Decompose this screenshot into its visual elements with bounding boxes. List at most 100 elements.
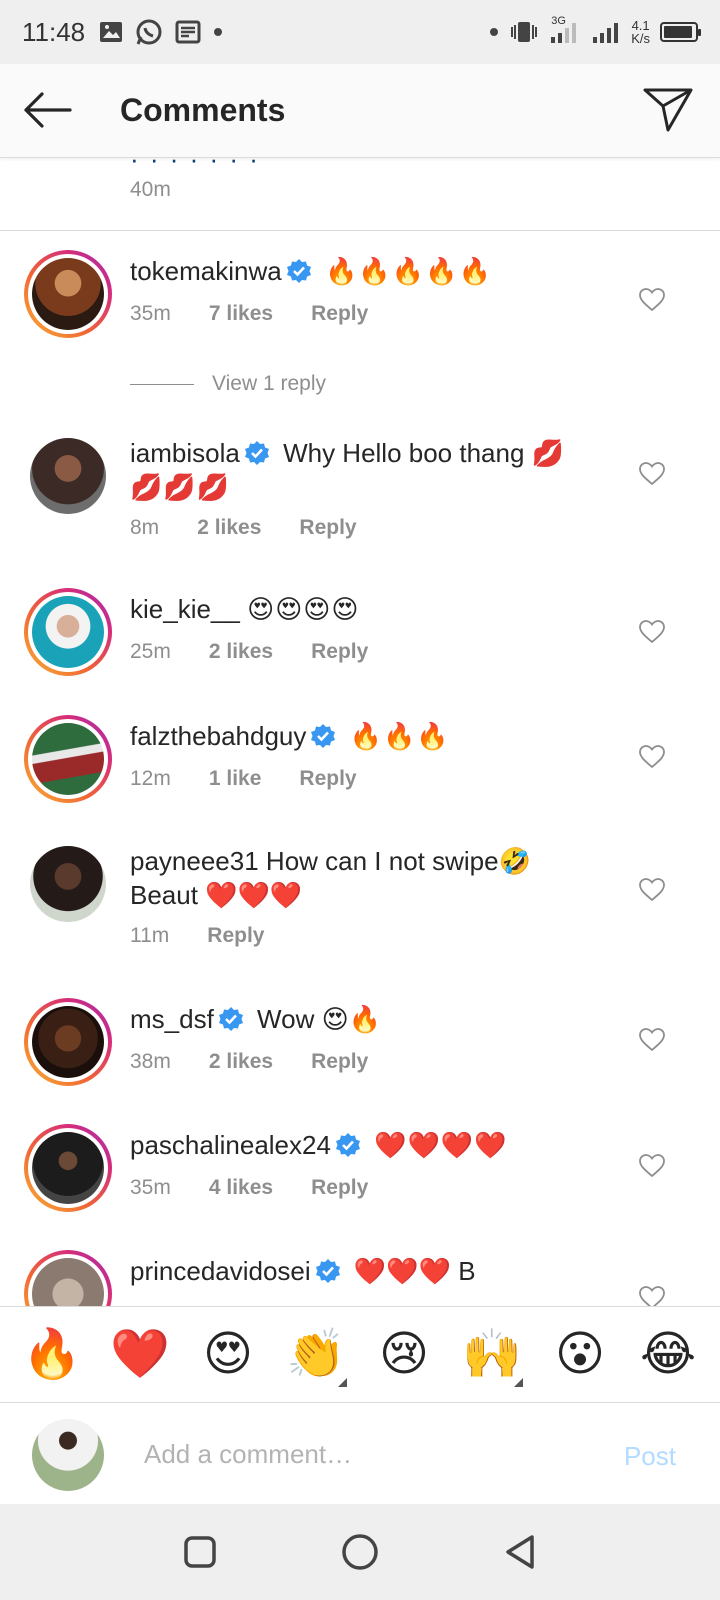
comment-time: 38m xyxy=(130,1050,171,1073)
recent-apps-button[interactable] xyxy=(180,1532,220,1572)
comment-time: 35m xyxy=(130,302,171,325)
verified-badge-icon xyxy=(315,1259,340,1283)
comment-text: Why Hello boo thang 💋 xyxy=(283,438,565,468)
heart-icon[interactable] xyxy=(639,620,665,644)
emoji-quick-bar: 🔥 ❤️ 😍 👏 😢 🙌 😮 😂 xyxy=(0,1306,720,1402)
emoji-surprised-button[interactable]: 😮 xyxy=(545,1328,615,1381)
heart-icon[interactable] xyxy=(639,1028,665,1052)
skin-tone-indicator xyxy=(514,1377,523,1387)
arrow-left-icon xyxy=(24,92,72,128)
heart-icon[interactable] xyxy=(639,288,665,312)
reply-button[interactable]: Reply xyxy=(311,1050,368,1074)
network-type: 3G xyxy=(551,15,566,27)
post-button[interactable]: Post xyxy=(624,1441,676,1472)
current-user-avatar xyxy=(32,1419,104,1491)
reply-button[interactable]: Reply xyxy=(311,302,368,326)
comment-username[interactable]: ms_dsf xyxy=(130,1004,214,1034)
back-button[interactable] xyxy=(22,86,74,134)
caption-divider xyxy=(0,230,720,231)
emoji-crying-button[interactable]: 😢 xyxy=(369,1328,439,1381)
heart-icon[interactable] xyxy=(639,878,665,902)
comment-text-continued: Beaut ❤️❤️❤️ xyxy=(130,880,303,910)
avatar[interactable] xyxy=(24,840,112,928)
emoji-raised-hands-button[interactable]: 🙌 xyxy=(457,1328,527,1387)
comment-time: 25m xyxy=(130,640,171,663)
network-speed: 4.1 K/s xyxy=(631,18,650,46)
clock: 11:48 xyxy=(22,16,86,47)
signal-icon xyxy=(591,19,621,45)
avatar[interactable] xyxy=(24,250,112,338)
avatar[interactable] xyxy=(24,432,112,520)
likes-count[interactable]: 1 like xyxy=(209,767,262,791)
likes-count[interactable]: 2 likes xyxy=(197,516,261,540)
comment-text: ❤️❤️❤️❤️ xyxy=(374,1130,508,1160)
circle-icon xyxy=(342,1534,378,1570)
comment-time: 40m xyxy=(130,178,171,201)
comment-username[interactable]: payneee31 xyxy=(130,846,259,876)
reply-button[interactable]: Reply xyxy=(207,924,264,948)
status-bar: 11:48 3G 4.1 K/s xyxy=(0,0,720,64)
comment-time: 8m xyxy=(130,516,160,539)
likes-count[interactable]: 7 likes xyxy=(209,302,273,326)
view-replies-button[interactable]: View 1 reply xyxy=(130,372,326,396)
avatar[interactable] xyxy=(24,1250,112,1306)
comment-text: ❤️❤️❤️ B xyxy=(353,1256,476,1286)
battery-icon xyxy=(660,22,701,42)
comment-username[interactable]: paschalinealex24 xyxy=(130,1130,331,1160)
avatar[interactable] xyxy=(24,998,112,1086)
home-button[interactable] xyxy=(340,1532,380,1572)
gallery-icon xyxy=(99,21,123,43)
emoji-laughing-button[interactable]: 😂 xyxy=(633,1328,703,1381)
triangle-back-icon xyxy=(506,1535,534,1569)
heart-icon[interactable] xyxy=(639,1154,665,1178)
view-replies-label: View 1 reply xyxy=(212,372,327,395)
likes-count[interactable]: 4 likes xyxy=(209,1176,273,1200)
likes-count[interactable]: 2 likes xyxy=(209,640,273,664)
reply-button[interactable]: Reply xyxy=(311,640,368,664)
comment-text: 🔥🔥🔥 xyxy=(349,721,450,751)
comments-header: Comments xyxy=(0,64,720,158)
share-button[interactable] xyxy=(642,84,694,134)
system-nav-bar xyxy=(0,1504,720,1600)
comment-username[interactable]: kie_kie__ xyxy=(130,594,240,624)
likes-count[interactable]: 2 likes xyxy=(209,1050,273,1074)
comment-username[interactable]: tokemakinwa xyxy=(130,256,282,286)
comment-username[interactable]: iambisola xyxy=(130,438,240,468)
reply-button[interactable]: Reply xyxy=(299,767,356,791)
comment-composer: Add a comment… Post xyxy=(0,1402,720,1504)
comment-text: Wow 😍🔥 xyxy=(257,1004,382,1034)
vibrate-icon xyxy=(509,21,539,43)
reply-button[interactable]: Reply xyxy=(299,516,356,540)
emoji-heart-eyes-button[interactable]: 😍 xyxy=(193,1328,263,1381)
avatar[interactable] xyxy=(24,715,112,803)
whatsapp-icon xyxy=(135,18,163,46)
skin-tone-indicator xyxy=(338,1377,347,1387)
verified-badge-icon xyxy=(311,724,336,748)
comment-input[interactable]: Add a comment… xyxy=(144,1439,352,1470)
verified-badge-icon xyxy=(244,441,269,465)
heart-icon[interactable] xyxy=(639,1286,665,1306)
back-nav-button[interactable] xyxy=(500,1532,540,1572)
verified-badge-icon xyxy=(335,1133,360,1157)
notification-dot-icon xyxy=(489,27,499,37)
reply-button[interactable]: Reply xyxy=(311,1176,368,1200)
comment-time: 12m xyxy=(130,767,171,790)
page-title: Comments xyxy=(120,92,286,128)
signal-3g-icon: 3G xyxy=(549,15,581,45)
comment-username[interactable]: princedavidosei xyxy=(130,1256,311,1286)
verified-badge-icon xyxy=(218,1007,243,1031)
avatar[interactable] xyxy=(24,588,112,676)
verified-badge-icon xyxy=(286,259,311,283)
comment-username[interactable]: falzthebahdguy xyxy=(130,721,306,751)
emoji-heart-button[interactable]: ❤️ xyxy=(105,1328,175,1381)
comment-time: 11m xyxy=(130,924,170,947)
emoji-fire-button[interactable]: 🔥 xyxy=(17,1328,87,1381)
heart-icon[interactable] xyxy=(639,462,665,486)
avatar[interactable] xyxy=(24,1124,112,1212)
heart-icon[interactable] xyxy=(639,745,665,769)
comments-list[interactable]: · · · · · · · 40m tokemakinwa 🔥🔥🔥🔥🔥 35m … xyxy=(0,158,720,1306)
comment-text: 😍😍😍😍 xyxy=(247,594,360,624)
comment-text-continued: 💋💋💋 xyxy=(130,472,231,502)
paper-plane-icon xyxy=(643,88,693,132)
emoji-clap-button[interactable]: 👏 xyxy=(281,1328,351,1387)
